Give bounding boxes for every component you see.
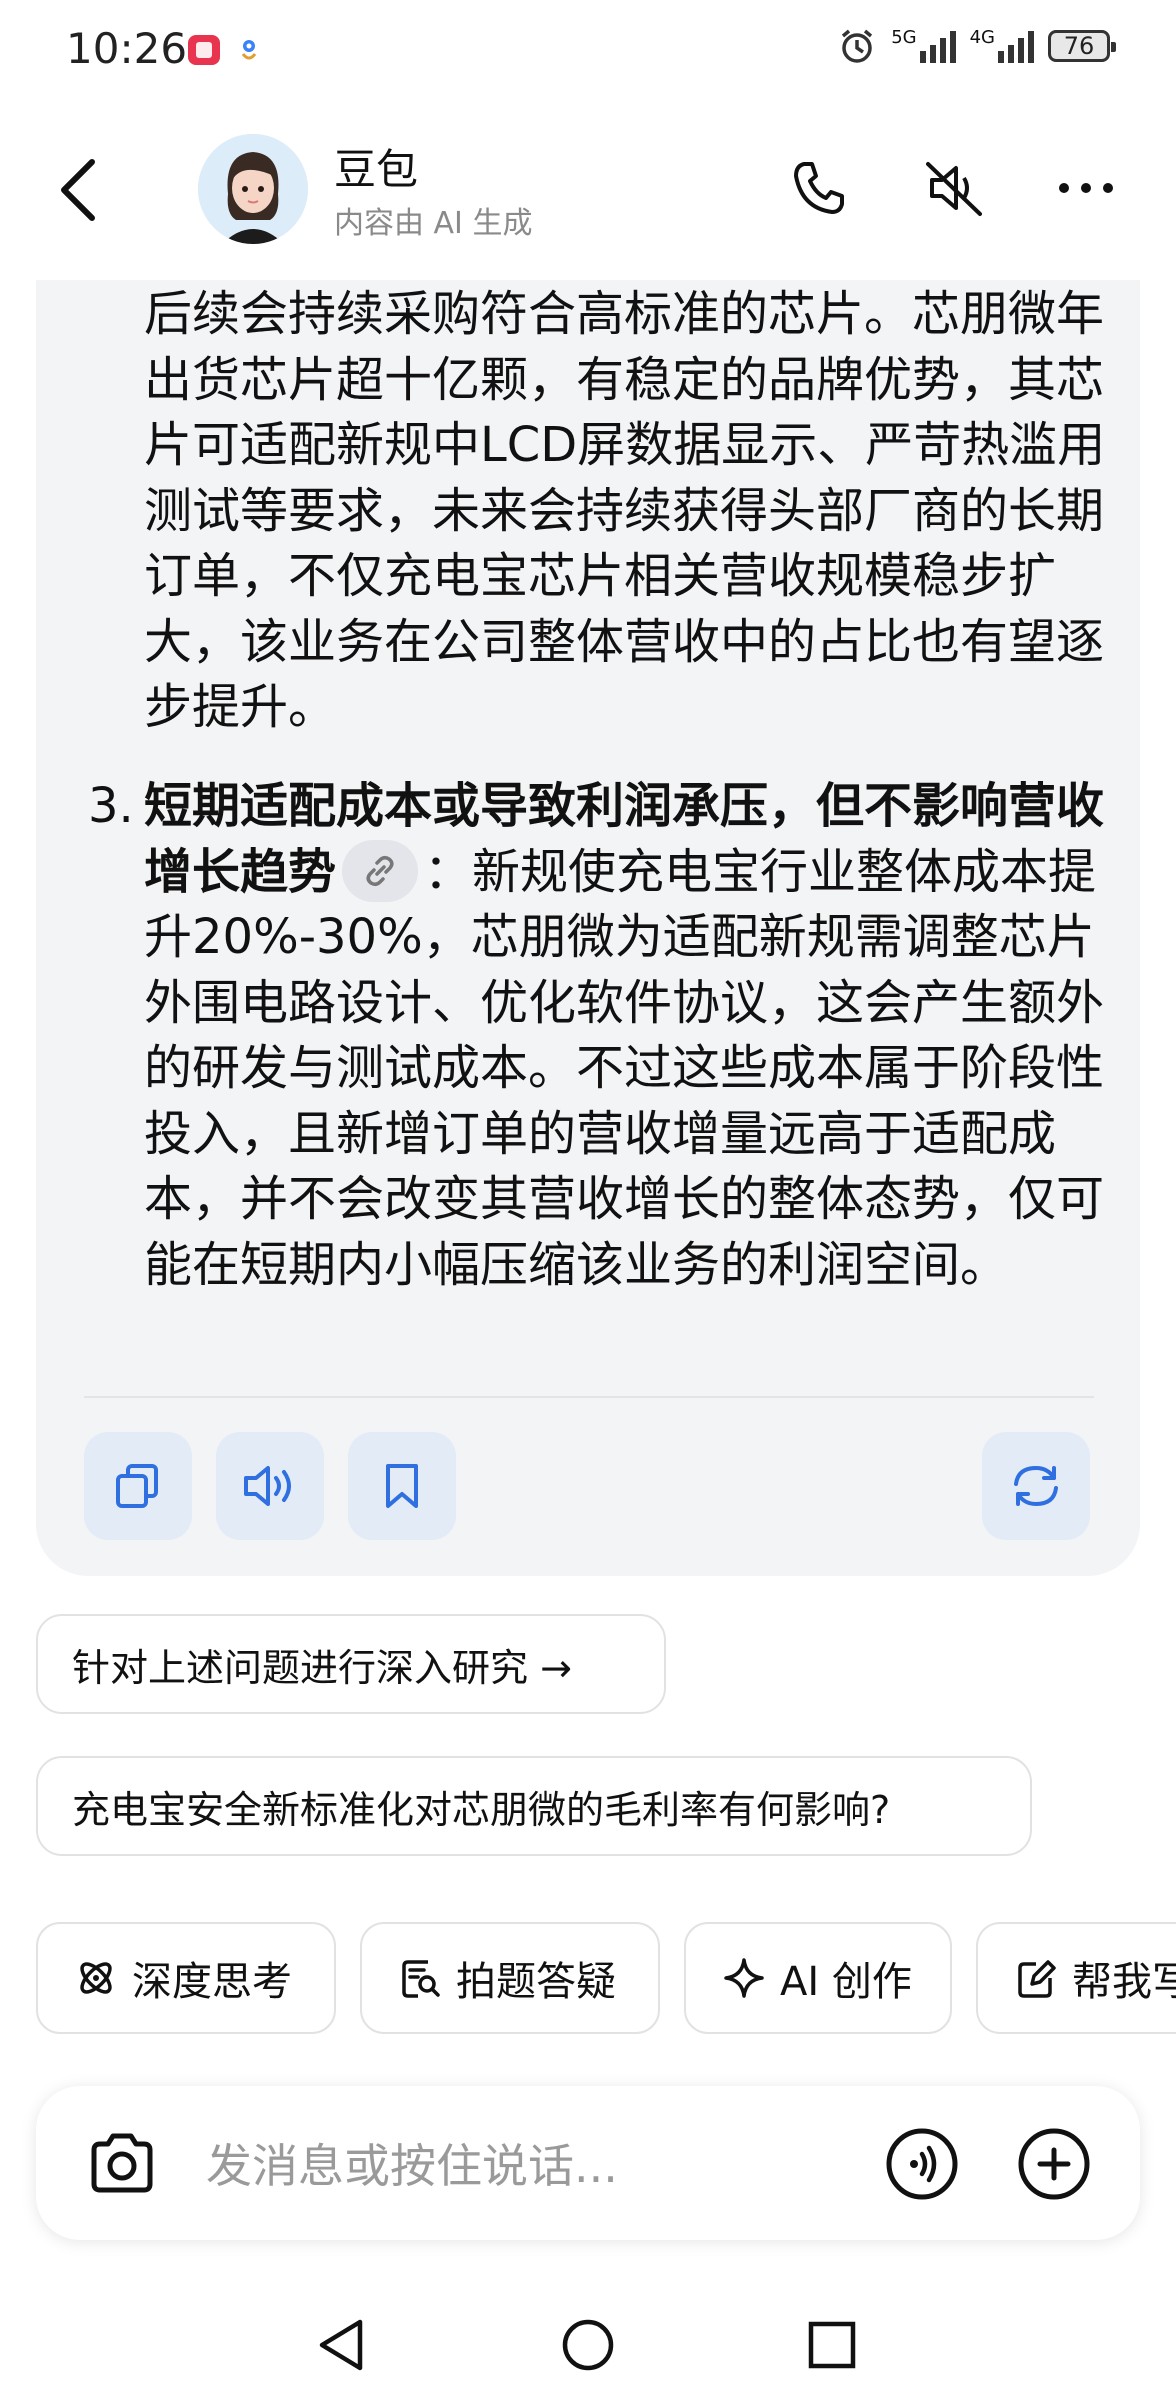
sparkle-icon xyxy=(724,1958,764,1998)
feature-photo-qa[interactable]: 拍题答疑 xyxy=(360,1922,660,2034)
feature-label: 深度思考 xyxy=(132,1959,292,2005)
status-bar: 10:26 5G 4G 76 xyxy=(0,0,1176,100)
refresh-icon xyxy=(1014,1465,1058,1507)
suggestion-deep-research[interactable]: 针对上述问题进行深入研究 → xyxy=(36,1614,666,1714)
avatar[interactable] xyxy=(198,134,308,244)
feature-deep-think[interactable]: 深度思考 xyxy=(36,1922,336,2034)
camera-icon[interactable] xyxy=(82,2124,162,2204)
message-input-bar: 发消息或按住说话... xyxy=(36,2086,1140,2240)
link-icon xyxy=(366,855,394,886)
feature-label: 帮我写 xyxy=(1072,1959,1176,2005)
bookmark-icon xyxy=(386,1464,418,1508)
signal-bars-icon xyxy=(998,31,1034,63)
feature-label: 拍题答疑 xyxy=(456,1959,616,2005)
more-options-icon[interactable] xyxy=(1054,156,1118,220)
alarm-icon xyxy=(842,29,873,63)
speaker-muted-icon[interactable] xyxy=(922,156,986,220)
atom-icon xyxy=(80,1962,112,1994)
signal-bars-icon xyxy=(919,31,956,63)
notification-assistant-icon xyxy=(241,40,257,60)
battery-indicator: 76 xyxy=(1048,30,1116,62)
message-input[interactable]: 发消息或按住说话... xyxy=(206,2130,618,2196)
status-time: 10:26 xyxy=(66,24,188,73)
phone-icon[interactable] xyxy=(786,156,850,220)
feature-label: AI 创作 xyxy=(780,1959,912,2005)
edit-icon xyxy=(1018,1960,1056,1998)
add-icon[interactable] xyxy=(1014,2124,1094,2204)
feature-write[interactable]: 帮我写 xyxy=(976,1922,1176,2034)
suggestion-question[interactable]: 充电宝安全新标准化对芯朋微的毛利率有何影响? xyxy=(36,1756,1032,1856)
chat-subtitle: 内容由 AI 生成 xyxy=(334,206,533,241)
chat-header: 豆包 内容由 AI 生成 xyxy=(0,110,1176,270)
photo-search-icon xyxy=(402,1960,440,1998)
feature-ai-create[interactable]: AI 创作 xyxy=(684,1922,952,2034)
signal-5g: 5G xyxy=(891,29,956,63)
assistant-message-card: 后续会持续采购符合高标准的芯片。芯朋微年出货芯片超十亿颗，有稳定的品牌优势，其芯… xyxy=(36,280,1140,1576)
system-nav-bar xyxy=(0,2290,1176,2400)
copy-icon xyxy=(116,1464,158,1508)
nav-recents-icon[interactable] xyxy=(797,2310,867,2380)
reference-link-button[interactable] xyxy=(342,839,419,902)
notification-app-icon xyxy=(188,35,220,65)
back-arrow-icon[interactable] xyxy=(50,150,110,230)
list-item-body: 新规使充电宝行业整体成本提升20%-30%，芯朋微为适配新规需调整芯片外围电路设… xyxy=(144,843,1105,1293)
nav-back-icon[interactable] xyxy=(308,2310,378,2380)
signal-4g: 4G xyxy=(970,29,1034,63)
bookmark-button[interactable] xyxy=(348,1432,456,1540)
list-item-colon: ： xyxy=(424,843,473,900)
nav-home-icon[interactable] xyxy=(553,2310,623,2380)
speaker-icon xyxy=(244,1466,291,1506)
chat-title: 豆包 xyxy=(334,145,419,194)
divider xyxy=(84,1396,1094,1398)
regenerate-button[interactable] xyxy=(982,1432,1090,1540)
avatar-portrait-icon xyxy=(198,134,308,244)
read-aloud-button[interactable] xyxy=(216,1432,324,1540)
list-item-3: 短期适配成本或导致利润承压，但不影响营收增长趋势 ：新规使充电宝行业整体成本提升… xyxy=(144,774,1124,1298)
list-item-number: 3. xyxy=(88,778,134,834)
voice-call-icon[interactable] xyxy=(882,2124,962,2204)
message-paragraph: 后续会持续采购符合高标准的芯片。芯朋微年出货芯片超十亿颗，有稳定的品牌优势，其芯… xyxy=(144,286,1106,735)
copy-button[interactable] xyxy=(84,1432,192,1540)
